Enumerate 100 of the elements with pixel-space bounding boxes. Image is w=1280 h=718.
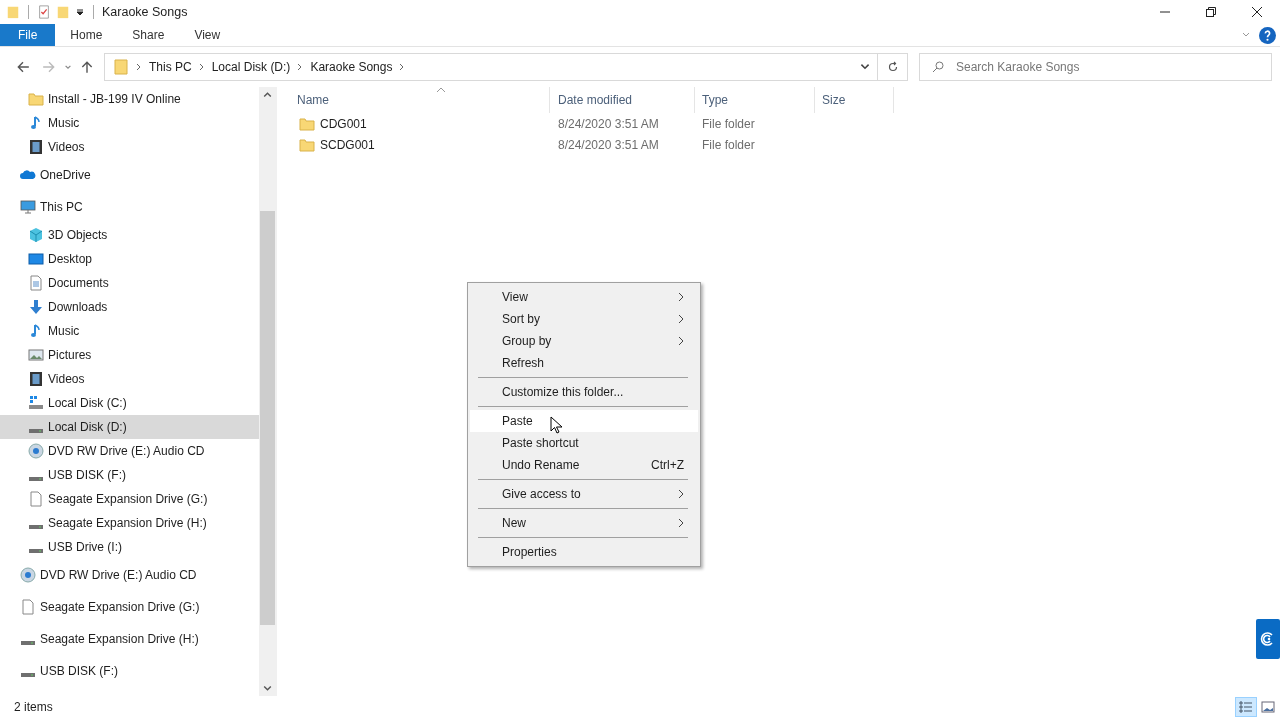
disc-icon xyxy=(20,567,36,583)
nav-item[interactable]: Seagate Expansion Drive (G:) xyxy=(0,591,259,623)
blank-page-icon xyxy=(20,599,36,615)
nav-item[interactable]: USB DISK (F:) xyxy=(0,463,259,487)
file-name[interactable]: SCDG001 xyxy=(320,137,375,152)
folder-icon xyxy=(299,115,315,132)
column-header[interactable]: Name xyxy=(297,87,550,113)
chevron-right-icon xyxy=(678,314,684,324)
nav-item[interactable]: Local Disk (D:) xyxy=(0,415,259,439)
refresh-button[interactable] xyxy=(878,53,908,81)
search-field[interactable]: Search Karaoke Songs xyxy=(919,53,1272,81)
menu-item[interactable]: Refresh xyxy=(470,352,698,374)
shortcut-text: Ctrl+Z xyxy=(651,458,684,472)
address-bar[interactable]: This PC Local Disk (D:) Karaoke Songs xyxy=(104,53,878,81)
folder-icon xyxy=(28,91,44,107)
chevron-right-icon[interactable] xyxy=(198,63,205,71)
nav-item[interactable]: Install - JB-199 IV Online xyxy=(0,87,259,111)
cube-icon xyxy=(28,227,44,243)
ribbon-tab[interactable]: View xyxy=(179,24,236,46)
nav-item[interactable]: Videos xyxy=(0,135,259,159)
search-input[interactable]: Search Karaoke Songs xyxy=(954,59,1271,75)
ribbon-tab[interactable]: Share xyxy=(117,24,180,46)
chevron-right-icon xyxy=(678,336,684,346)
column-header[interactable]: Date modified xyxy=(550,87,695,113)
menu-item[interactable]: Customize this folder... xyxy=(470,381,698,403)
nav-item[interactable]: Music xyxy=(0,319,259,343)
chevron-right-icon[interactable] xyxy=(136,63,142,71)
date-cell-text: 8/24/2020 3:51 AM xyxy=(557,137,660,152)
item-count: 2 items xyxy=(14,700,53,714)
menu-item[interactable]: Group by xyxy=(470,330,698,352)
large-icons-view-icon[interactable] xyxy=(1258,698,1278,716)
ribbon-tab[interactable]: File xyxy=(0,24,56,46)
nav-item[interactable]: OneDrive xyxy=(0,159,259,191)
blank-page-icon xyxy=(28,491,44,507)
menu-item[interactable]: Undo Rename Ctrl+Z xyxy=(470,454,698,476)
disc-icon xyxy=(28,443,44,459)
drive-icon xyxy=(29,477,43,481)
drive-icon xyxy=(21,641,35,645)
nav-item[interactable]: This PC xyxy=(0,191,259,223)
details-view-icon[interactable] xyxy=(1236,698,1256,716)
type-cell-text: File folder xyxy=(701,137,756,152)
chevron-right-icon xyxy=(678,489,684,499)
scrollbar[interactable] xyxy=(259,87,276,696)
windows-drive-icon xyxy=(28,395,44,411)
folder-icon xyxy=(6,4,20,20)
ribbon-tab[interactable]: Home xyxy=(55,24,118,46)
nav-item[interactable]: Pictures xyxy=(0,343,259,367)
help-icon[interactable] xyxy=(1259,26,1276,44)
properties-icon[interactable] xyxy=(37,4,51,20)
chevron-right-icon[interactable] xyxy=(297,63,304,71)
menu-item[interactable]: New xyxy=(470,512,698,534)
drive-icon xyxy=(29,429,43,433)
nav-item[interactable]: Seagate Expansion Drive (H:) xyxy=(0,511,259,535)
search-icon xyxy=(932,61,944,73)
picture-icon xyxy=(28,347,44,363)
film-icon xyxy=(28,139,44,155)
sort-ascending-icon xyxy=(436,87,446,93)
scroll-thumb[interactable] xyxy=(260,211,275,625)
nav-item[interactable]: Local Disk (C:) xyxy=(0,391,259,415)
folder-icon xyxy=(113,59,129,75)
folder-icon xyxy=(299,136,315,153)
mouse-cursor-icon xyxy=(550,416,562,434)
nav-item[interactable]: Seagate Expansion Drive (H:) xyxy=(0,623,259,655)
nav-item[interactable]: USB DISK (F:) xyxy=(0,655,259,687)
file-name[interactable]: CDG001 xyxy=(320,116,367,131)
down-arrow-icon xyxy=(28,299,44,315)
menu-item[interactable]: Give access to xyxy=(470,483,698,505)
chevron-right-icon xyxy=(678,292,684,302)
menu-item[interactable]: Paste shortcut xyxy=(470,432,698,454)
nav-item[interactable]: USB Drive (I:) xyxy=(0,535,259,559)
nav-item[interactable]: DVD RW Drive (E:) Audio CD xyxy=(0,439,259,463)
menu-item[interactable]: View xyxy=(470,286,698,308)
drive-icon xyxy=(21,673,35,677)
breadcrumb-item[interactable]: Local Disk (D:) xyxy=(211,60,291,74)
nav-item[interactable]: Videos xyxy=(0,367,259,391)
floating-app-button[interactable] xyxy=(1256,619,1280,659)
nav-item[interactable]: Music xyxy=(0,111,259,135)
chevron-right-icon[interactable] xyxy=(399,63,406,71)
nav-item[interactable]: 3D Objects xyxy=(0,223,259,247)
type-cell-text: File folder xyxy=(701,116,756,131)
column-header[interactable]: Size xyxy=(815,87,894,113)
menu-item[interactable]: Properties xyxy=(470,541,698,563)
nav-item[interactable]: Documents xyxy=(0,271,259,295)
breadcrumb-item[interactable]: Karaoke Songs xyxy=(310,60,393,74)
nav-item[interactable]: DVD RW Drive (E:) Audio CD xyxy=(0,559,259,591)
film-icon xyxy=(28,371,44,387)
drive-icon xyxy=(29,549,43,553)
drive-icon xyxy=(29,525,43,529)
column-header[interactable]: Type xyxy=(695,87,815,113)
menu-item[interactable]: Paste xyxy=(470,410,698,432)
breadcrumb-item[interactable]: This PC xyxy=(149,60,192,74)
refresh-icon xyxy=(886,61,899,73)
menu-item[interactable]: Sort by xyxy=(470,308,698,330)
signal-waves-icon xyxy=(1260,631,1276,647)
dropdown-icon[interactable] xyxy=(75,7,85,17)
nav-item[interactable]: Desktop xyxy=(0,247,259,271)
nav-item[interactable]: Seagate Expansion Drive (G:) xyxy=(0,487,259,511)
nav-item[interactable]: Downloads xyxy=(0,295,259,319)
chevron-right-icon xyxy=(678,518,684,528)
monitor-icon xyxy=(20,199,36,215)
